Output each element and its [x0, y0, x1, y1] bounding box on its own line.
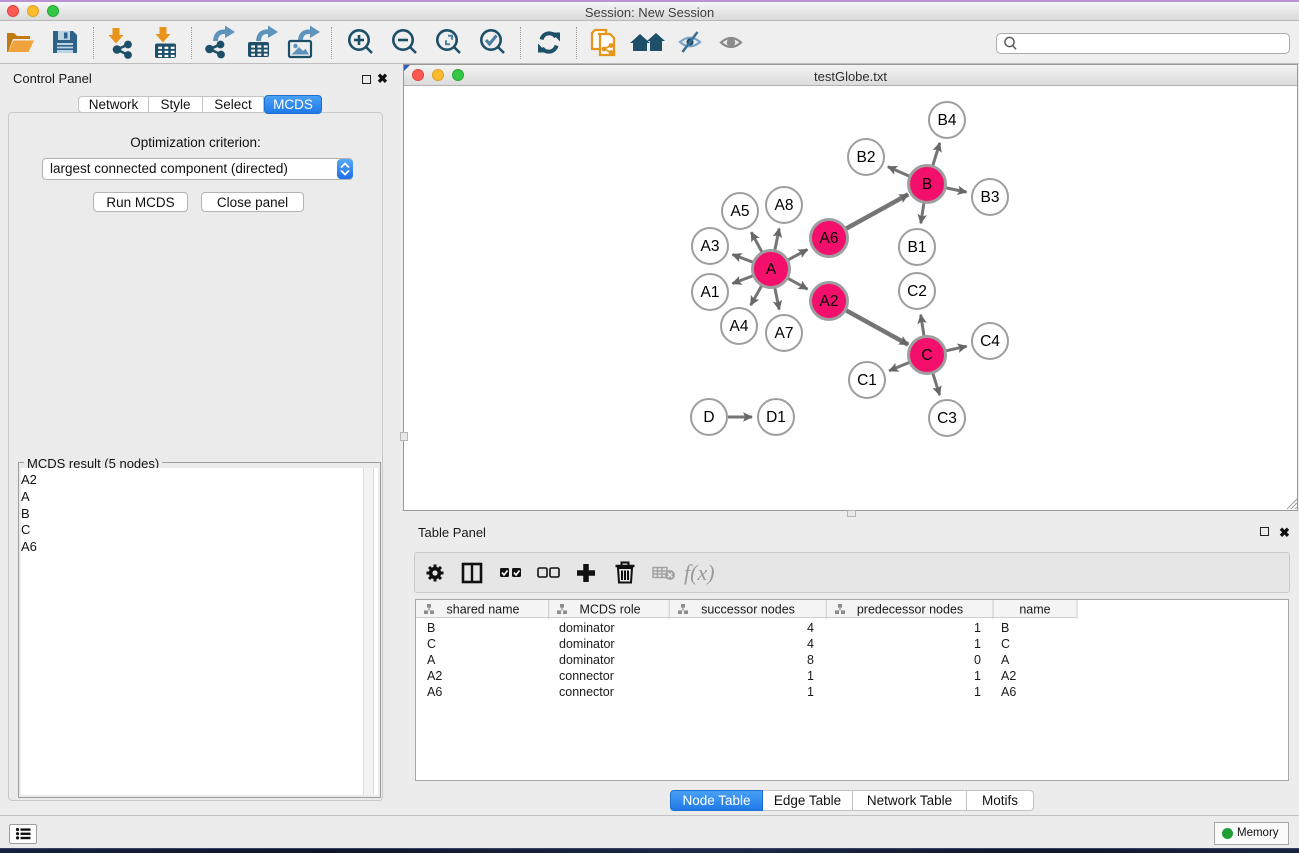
svg-text:A4: A4	[730, 318, 749, 335]
svg-text:1: 1	[974, 621, 981, 635]
svg-text:A6: A6	[820, 230, 839, 247]
svg-text:C4: C4	[980, 333, 1000, 350]
svg-text:C: C	[1001, 637, 1010, 651]
svg-text:connector: connector	[559, 669, 614, 683]
svg-text:f(x): f(x)	[684, 560, 715, 585]
svg-text:C3: C3	[937, 410, 957, 427]
svg-text:8: 8	[807, 653, 814, 667]
svg-text:4: 4	[807, 621, 814, 635]
svg-text:A1: A1	[701, 284, 720, 301]
svg-text:B: B	[1001, 621, 1009, 635]
svg-text:dominator: dominator	[559, 637, 615, 651]
svg-text:1: 1	[974, 685, 981, 699]
svg-text:A: A	[1001, 653, 1010, 667]
svg-text:successor nodes: successor nodes	[701, 603, 795, 617]
svg-text:1: 1	[807, 669, 814, 683]
svg-text:A8: A8	[775, 197, 794, 214]
svg-text:D1: D1	[766, 409, 786, 426]
svg-text:connector: connector	[559, 685, 614, 699]
svg-text:A6: A6	[427, 685, 442, 699]
svg-text:name: name	[1019, 603, 1050, 617]
svg-text:A5: A5	[731, 203, 750, 220]
svg-text:1: 1	[974, 637, 981, 651]
svg-text:D: D	[703, 409, 714, 426]
svg-text:A: A	[427, 653, 436, 667]
svg-text:dominator: dominator	[559, 621, 615, 635]
svg-text:C: C	[427, 637, 436, 651]
svg-text:A: A	[766, 261, 777, 278]
svg-text:B: B	[922, 176, 932, 193]
svg-text:C: C	[921, 347, 932, 364]
svg-text:A6: A6	[1001, 685, 1016, 699]
svg-text:A2: A2	[820, 293, 839, 310]
svg-text:A7: A7	[775, 325, 794, 342]
svg-text:0: 0	[974, 653, 981, 667]
svg-text:predecessor nodes: predecessor nodes	[857, 603, 963, 617]
svg-text:A2: A2	[427, 669, 442, 683]
svg-text:4: 4	[807, 637, 814, 651]
svg-text:1: 1	[974, 669, 981, 683]
svg-text:B2: B2	[857, 149, 876, 166]
svg-text:A2: A2	[1001, 669, 1016, 683]
svg-text:B1: B1	[908, 239, 927, 256]
svg-text:MCDS role: MCDS role	[579, 603, 640, 617]
svg-text:A3: A3	[701, 238, 720, 255]
svg-text:C1: C1	[857, 372, 877, 389]
svg-text:B3: B3	[981, 189, 1000, 206]
svg-text:C2: C2	[907, 283, 927, 300]
svg-text:shared name: shared name	[447, 603, 520, 617]
svg-text:B4: B4	[938, 112, 957, 129]
svg-text:1: 1	[807, 685, 814, 699]
svg-text:B: B	[427, 621, 435, 635]
svg-text:dominator: dominator	[559, 653, 615, 667]
